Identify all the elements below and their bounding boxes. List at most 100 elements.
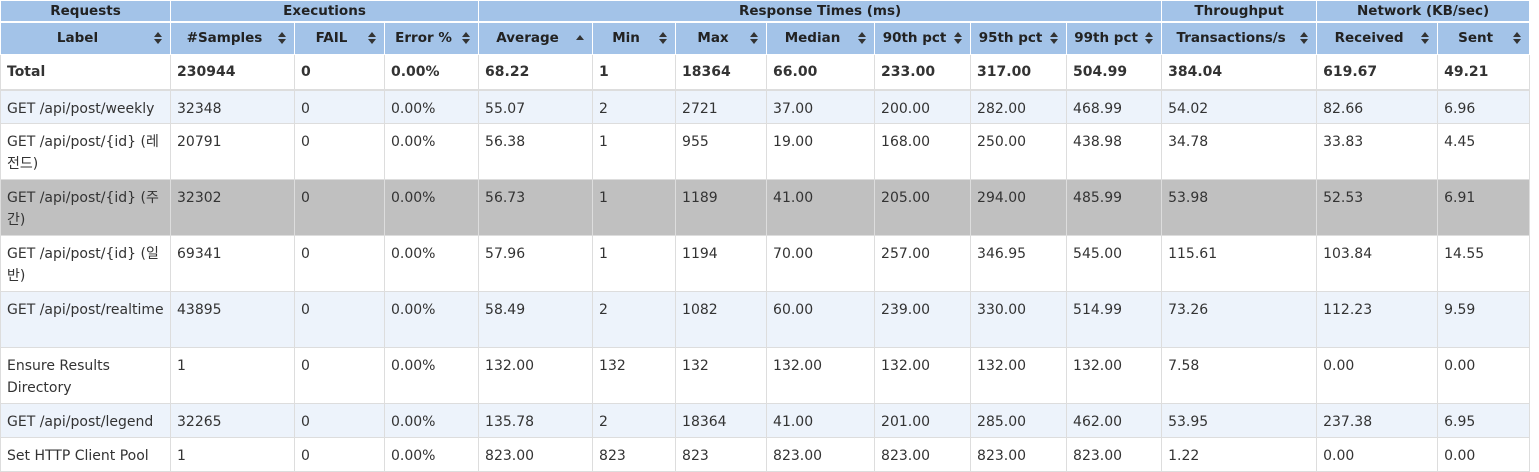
table-row[interactable]: GET /api/post/legend 32265 0 0.00% 135.78 2 18… [0,403,1531,438]
cell-99th-pct: 823.00 [1066,437,1163,472]
sort-icon[interactable] [368,32,376,45]
column-header-95th-pct[interactable]: 95th pct [970,21,1068,55]
sort-icon[interactable] [278,32,286,45]
cell-90th-pct: 201.00 [874,403,972,438]
cell-error-percent: 0.00% [383,54,480,91]
sort-icon[interactable] [1050,32,1059,45]
sort-ascending-icon[interactable] [576,32,585,44]
cell-sent: 9.59 [1437,291,1531,348]
column-header-fail[interactable]: FAIL [294,21,385,55]
column-header-label: Label [56,30,99,47]
cell-min: 2 [592,291,677,348]
cell-95th-pct: 285.00 [970,403,1068,438]
column-header-label: Median [784,30,841,47]
cell-min: 132 [592,347,677,404]
cell-90th-pct: 132.00 [874,347,972,404]
column-header-label[interactable]: Label [0,21,171,55]
cell-fail: 0 [294,54,385,91]
column-header-90th-pct[interactable]: 90th pct [874,21,972,55]
statistics-table: Requests Executions Response Times (ms) … [0,0,1531,472]
cell-label: GET /api/post/legend [0,403,171,438]
cell-average: 56.73 [478,179,594,236]
cell-median: 823.00 [766,437,876,472]
cell-transactions-s: 53.95 [1161,403,1318,438]
table-row[interactable]: Set HTTP Client Pool 1 0 0.00% 823.00 823 823 8… [0,437,1531,472]
cell-95th-pct: 317.00 [970,54,1068,91]
cell-transactions-s: 34.78 [1161,123,1318,180]
cell-max: 1082 [675,291,768,348]
sort-icon[interactable] [1421,32,1430,45]
sort-icon[interactable] [462,32,471,45]
cell-transactions-s: 54.02 [1161,89,1318,124]
cell-90th-pct: 823.00 [874,437,972,472]
table-row[interactable]: GET /api/post/realtime 43895 0 0.00% 58.49 2 1… [0,291,1531,348]
cell-95th-pct: 282.00 [970,89,1068,124]
cell-min: 823 [592,437,677,472]
sort-icon[interactable] [1300,32,1309,45]
table-row[interactable]: Ensure Results Directory 1 0 0.00% 132.00 132… [0,347,1531,404]
cell-average: 55.07 [478,89,594,124]
cell-median: 41.00 [766,179,876,236]
cell-received: 619.67 [1316,54,1439,91]
sort-icon[interactable] [1513,32,1522,45]
column-header-num-samples[interactable]: #Samples [170,21,295,55]
column-header-error-percent[interactable]: Error % [383,21,480,55]
sort-icon[interactable] [954,32,963,45]
cell-min: 1 [592,54,677,91]
cell-transactions-s: 115.61 [1161,235,1318,292]
cell-error-percent: 0.00% [383,235,480,292]
column-header-99th-pct[interactable]: 99th pct [1066,21,1163,55]
cell-99th-pct: 514.99 [1066,291,1163,348]
cell-fail: 0 [294,437,385,472]
column-header-received[interactable]: Received [1316,21,1439,55]
column-header-label: Min [612,30,640,47]
cell-sent: 0.00 [1437,347,1531,404]
cell-min: 1 [592,235,677,292]
column-header-transactions-s[interactable]: Transactions/s [1161,21,1318,55]
cell-min: 2 [592,89,677,124]
table-row[interactable]: GET /api/post/weekly 32348 0 0.00% 55.07 2 272… [0,89,1531,124]
column-header-label: 99th pct [1074,30,1138,47]
sort-icon[interactable] [1145,32,1154,45]
cell-label: GET /api/post/{id} (레전드) [0,123,171,180]
column-header-max[interactable]: Max [675,21,768,55]
column-header-average[interactable]: Average [478,21,594,55]
cell-label: GET /api/post/{id} (주간) [0,179,171,236]
column-header-label: Received [1334,30,1404,47]
cell-received: 237.38 [1316,403,1439,438]
sort-icon[interactable] [154,32,162,45]
table-row[interactable]: GET /api/post/{id} (주간) 32302 0 0.00% 56.73 1… [0,179,1531,236]
column-header-sent[interactable]: Sent [1437,21,1531,55]
column-header-label: Max [697,30,729,47]
cell-average: 823.00 [478,437,594,472]
table-row[interactable]: GET /api/post/{id} (일반) 69341 0 0.00% 57.96 1… [0,235,1531,292]
sort-icon[interactable] [659,32,668,45]
cell-error-percent: 0.00% [383,179,480,236]
sort-icon[interactable] [858,32,867,45]
cell-label: GET /api/post/realtime [0,291,171,348]
cell-max: 2721 [675,89,768,124]
table-row[interactable]: GET /api/post/{id} (레전드) 20791 0 0.00% 56.38… [0,123,1531,180]
cell-90th-pct: 257.00 [874,235,972,292]
cell-sent: 6.96 [1437,89,1531,124]
cell-median: 66.00 [766,54,876,91]
cell-received: 52.53 [1316,179,1439,236]
sort-icon[interactable] [750,32,759,45]
column-header-min[interactable]: Min [592,21,677,55]
cell-fail: 0 [294,179,385,236]
total-row[interactable]: Total 230944 0 0.00% 68.22 1 18364 66.00 233.00 3… [0,54,1531,91]
cell-error-percent: 0.00% [383,437,480,472]
cell-90th-pct: 233.00 [874,54,972,91]
cell-median: 41.00 [766,403,876,438]
cell-average: 135.78 [478,403,594,438]
cell-median: 19.00 [766,123,876,180]
cell-error-percent: 0.00% [383,291,480,348]
cell-error-percent: 0.00% [383,123,480,180]
cell-max: 18364 [675,54,768,91]
cell-received: 0.00 [1316,347,1439,404]
cell-received: 33.83 [1316,123,1439,180]
cell-95th-pct: 250.00 [970,123,1068,180]
cell-fail: 0 [294,235,385,292]
cell-95th-pct: 294.00 [970,179,1068,236]
column-header-median[interactable]: Median [766,21,876,55]
